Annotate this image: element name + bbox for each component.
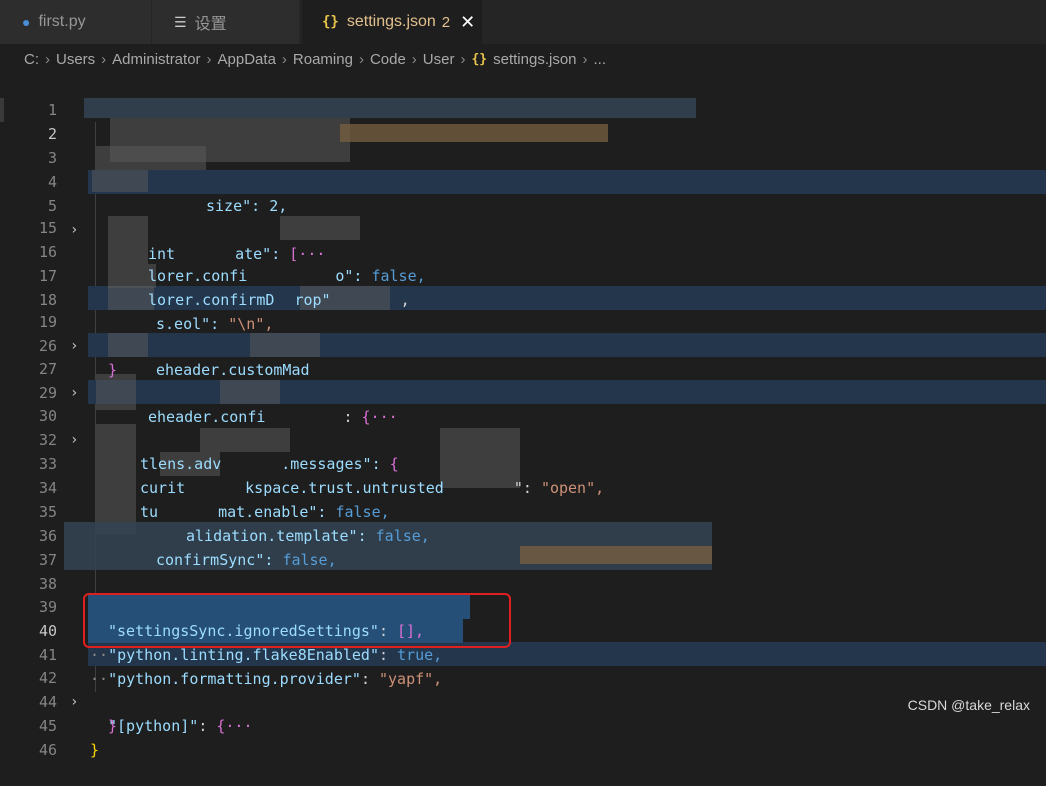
chevron-right-icon: ›	[358, 50, 364, 68]
code-line: 29	[0, 357, 1046, 402]
chevron-right-icon: ›	[411, 50, 417, 68]
problems-count-badge: 2	[441, 13, 451, 31]
code-line: 4 size": 2,	[0, 146, 1046, 215]
braces-icon: {}	[322, 14, 339, 30]
chevron-right-icon: ›	[281, 50, 287, 68]
code-line: 18 s.eol": "\n",	[0, 264, 1046, 333]
code-line: 45 }	[0, 690, 1046, 759]
tab-label: settings.json	[346, 13, 436, 30]
tab-label: 设置	[194, 16, 227, 33]
breadcrumb: C: › Users › Administrator › AppData › Roami…	[0, 44, 1046, 74]
code-line: 44 }	[0, 666, 1046, 735]
code-line: 19 › eheader.customMad	[0, 286, 1046, 379]
code-line: 3	[0, 122, 1046, 167]
tab-bar: ● first.py ☰ 设置 {} settings.json 2 ✕	[0, 0, 1046, 44]
breadcrumb-item[interactable]: C:	[24, 51, 39, 68]
code-line: 36 confirmSync": false,	[0, 500, 1046, 569]
code-text: }	[90, 741, 100, 759]
chevron-right-icon: ›	[101, 50, 107, 68]
watermark: CSDN @take_relax	[907, 697, 1030, 713]
code-line: 26 }	[0, 310, 1046, 379]
python-icon: ●	[22, 14, 31, 30]
breadcrumb-item[interactable]: Users	[56, 51, 95, 68]
breadcrumb-item[interactable]: Administrator	[112, 51, 200, 68]
breadcrumb-item[interactable]: Code	[370, 51, 406, 68]
code-line: 33 curit kspace.trust.untrusted ": "open",	[0, 428, 1046, 497]
code-line: 46	[0, 714, 1046, 759]
breadcrumb-item[interactable]: Roaming	[293, 51, 353, 68]
code-line: 30 › tlens.adv .messages": {	[0, 380, 1046, 473]
tab-settings-ui[interactable]: ☰ 设置	[152, 0, 300, 44]
code-line: 27 › eheader.confi : {···	[0, 333, 1046, 426]
code-line: 1	[0, 74, 1046, 119]
code-line: 2	[0, 98, 1046, 143]
breadcrumb-item[interactable]: ...	[594, 51, 607, 68]
code-line: 16 lorer.confi o": false,	[0, 216, 1046, 285]
menu-icon: ☰	[174, 13, 187, 30]
code-line: 34 tu mat.enable": false,	[0, 452, 1046, 521]
code-line: 37	[0, 524, 1046, 569]
code-line: 17 lorer.confirmD rop",	[0, 240, 1046, 309]
code-line: 38	[0, 548, 1046, 593]
breadcrumb-item[interactable]: User	[423, 51, 455, 68]
annotation-box	[83, 593, 511, 648]
close-icon[interactable]: ✕	[460, 12, 475, 33]
breadcrumb-item[interactable]: AppData	[218, 51, 276, 68]
braces-icon: {}	[471, 51, 488, 67]
code-line: 5 › int ate": [···	[0, 170, 1046, 263]
line-number: 46	[38, 741, 57, 759]
chevron-right-icon: ›	[45, 50, 50, 68]
code-line: 32	[0, 404, 1046, 449]
tab-label: first.py	[38, 13, 86, 30]
code-line: 35 alidation.template": false,	[0, 476, 1046, 545]
tab-settings-json[interactable]: {} settings.json 2 ✕	[302, 0, 482, 44]
tab-first-py[interactable]: ● first.py	[0, 0, 152, 44]
code-line: 15	[0, 192, 1046, 237]
chevron-right-icon: ›	[460, 50, 466, 68]
chevron-right-icon: ›	[206, 50, 212, 68]
chevron-right-icon: ›	[582, 50, 588, 68]
code-line: 39 "settingsSync.ignoredSettings": [],	[0, 571, 1046, 640]
breadcrumb-item[interactable]: settings.json	[493, 51, 576, 68]
